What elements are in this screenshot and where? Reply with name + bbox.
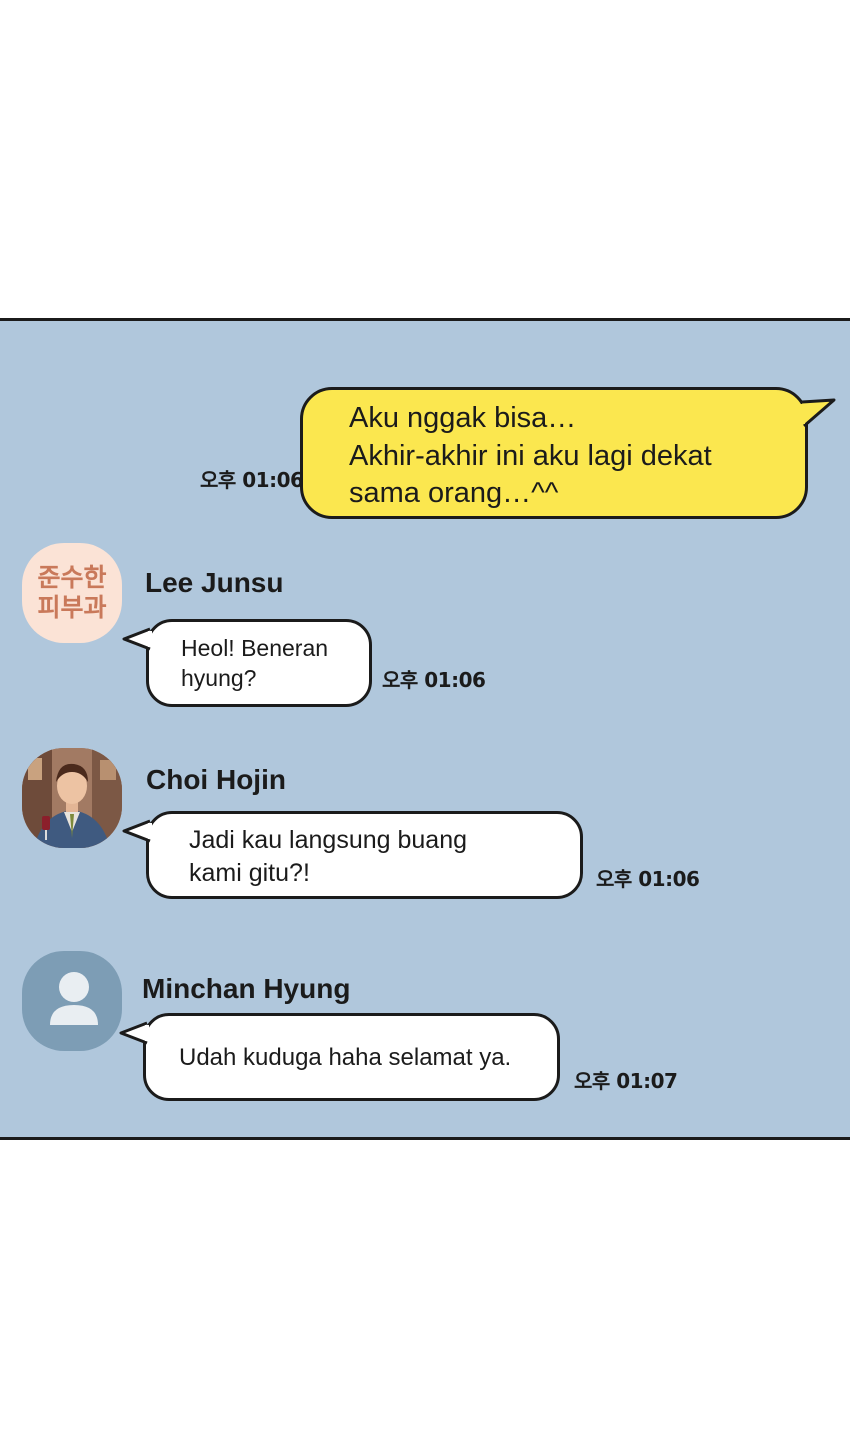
- avatar-lee-junsu[interactable]: 준수한 피부과: [22, 543, 122, 643]
- my-bubble-tail: [800, 398, 836, 428]
- message-time: 오후 01:07: [574, 1069, 678, 1093]
- avatar-choi-hojin[interactable]: [22, 748, 122, 848]
- sender-name: Choi Hojin: [146, 764, 286, 795]
- avatar-minchan-hyung[interactable]: [22, 951, 122, 1051]
- sender-name: Lee Junsu: [145, 567, 284, 598]
- message-bubble[interactable]: Heol! Beneran hyung?: [146, 619, 372, 707]
- my-message-text: Aku nggak bisa… Akhir-akhir ini aku lagi…: [349, 402, 712, 510]
- bubble-tail: [122, 819, 152, 843]
- bubble-tail: [122, 627, 152, 651]
- message-bubble[interactable]: Udah kuduga haha selamat ya.: [143, 1013, 560, 1101]
- message-bubble[interactable]: Jadi kau langsung buang kami gitu?!: [146, 811, 583, 899]
- message-time: 오후 01:06: [382, 668, 486, 692]
- chat-panel: Aku nggak bisa… Akhir-akhir ini aku lagi…: [0, 318, 850, 1140]
- message-text: Jadi kau langsung buang kami gitu?!: [189, 826, 468, 887]
- message-text: Udah kuduga haha selamat ya.: [179, 1044, 512, 1071]
- default-person-icon: [50, 972, 98, 1025]
- message-text: Heol! Beneran hyung?: [181, 635, 329, 691]
- message-time: 오후 01:06: [596, 867, 700, 891]
- man-in-suit-portrait-icon: [22, 748, 122, 848]
- my-message-time: 오후 01:06: [200, 468, 304, 492]
- avatar-clinic-logo-text: 준수한 피부과: [37, 563, 107, 622]
- my-message-bubble[interactable]: Aku nggak bisa… Akhir-akhir ini aku lagi…: [300, 387, 808, 519]
- sender-name: Minchan Hyung: [142, 973, 351, 1004]
- bubble-tail: [119, 1021, 149, 1045]
